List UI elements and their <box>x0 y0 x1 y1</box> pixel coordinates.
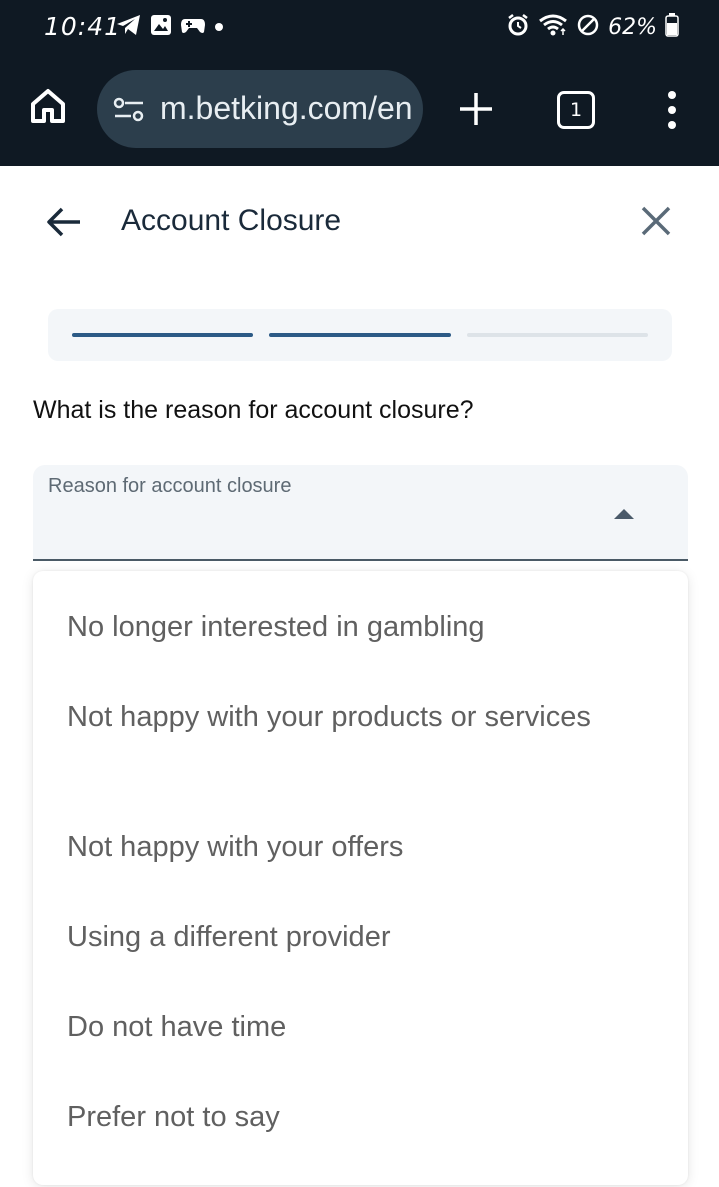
page-title: Account Closure <box>121 204 342 237</box>
notification-icons <box>116 14 224 41</box>
alarm-icon <box>506 13 530 42</box>
dropdown-option[interactable]: Not happy with your offers <box>67 827 627 867</box>
wifi-icon <box>538 13 568 42</box>
back-arrow-icon[interactable] <box>44 202 84 242</box>
tabs-icon[interactable]: 1 <box>557 91 595 129</box>
question-label: What is the reason for account closure? <box>33 396 474 424</box>
dot-icon <box>214 19 224 37</box>
progress-step-1 <box>72 333 253 337</box>
gallery-icon <box>150 14 172 41</box>
close-icon[interactable] <box>638 203 674 239</box>
reason-dropdown-menu: No longer interested in gambling Not hap… <box>33 571 688 1185</box>
progress-step-2 <box>269 333 451 337</box>
dropdown-option[interactable]: Prefer not to say <box>67 1097 627 1137</box>
status-bar: 10:41 62% <box>0 0 719 56</box>
status-time: 10:41 <box>44 12 122 41</box>
page-header: Account Closure <box>0 166 719 276</box>
site-settings-icon[interactable] <box>113 96 145 124</box>
battery-icon <box>665 13 679 42</box>
caret-up-icon[interactable] <box>613 507 635 519</box>
system-icons: 62% <box>506 13 679 42</box>
telegram-icon <box>116 14 142 41</box>
dropdown-option[interactable]: Using a different provider <box>67 917 627 957</box>
select-label: Reason for account closure <box>48 475 292 497</box>
dropdown-option[interactable]: Do not have time <box>67 1007 627 1047</box>
address-bar[interactable]: m.betking.com/en <box>97 70 423 148</box>
more-vert-icon[interactable] <box>660 90 684 130</box>
progress-step-3 <box>467 333 648 337</box>
progress-stepper <box>48 309 672 361</box>
do-not-disturb-icon <box>576 13 600 42</box>
battery-percent: 62% <box>608 15 657 40</box>
game-controller-icon <box>180 15 206 40</box>
dropdown-option[interactable]: No longer interested in gambling <box>67 607 627 647</box>
browser-toolbar: m.betking.com/en 1 <box>0 56 719 166</box>
plus-icon[interactable] <box>457 90 495 128</box>
dropdown-option[interactable]: Not happy with your products or services <box>67 697 627 737</box>
url-text[interactable]: m.betking.com/en <box>160 90 413 127</box>
home-icon[interactable] <box>28 86 68 126</box>
reason-select[interactable]: Reason for account closure <box>33 465 688 561</box>
